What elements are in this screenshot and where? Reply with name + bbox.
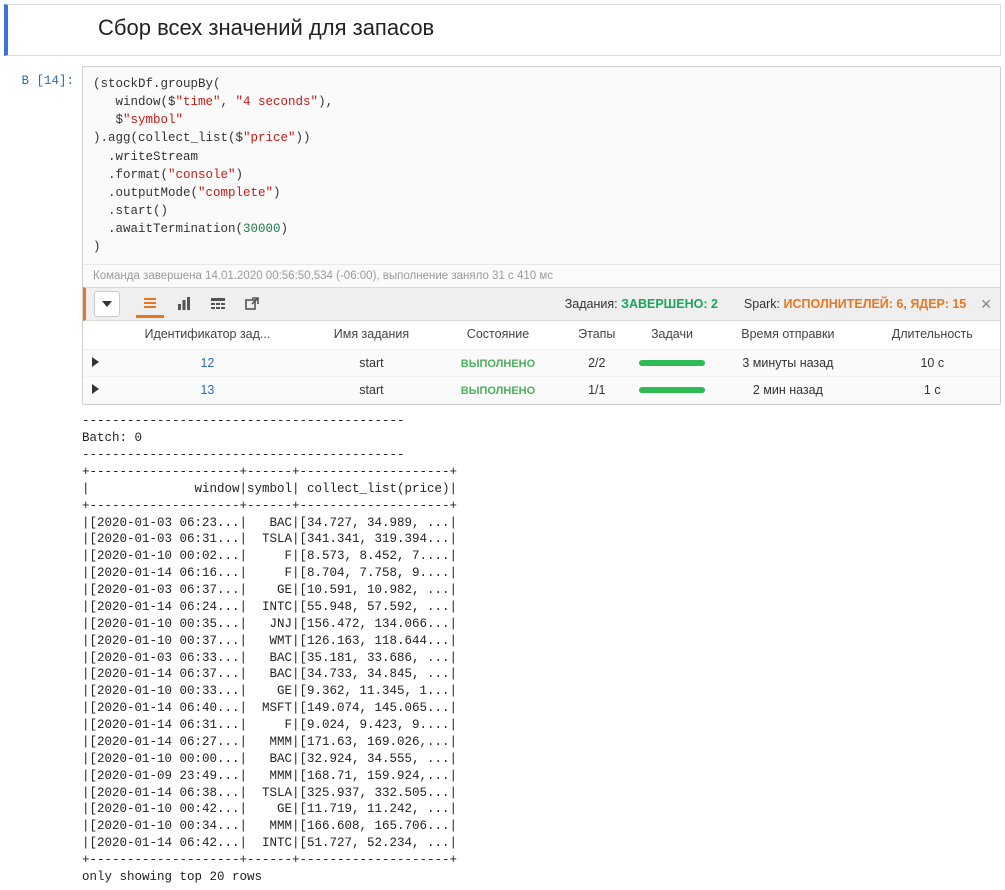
job-sent: 2 мин назад: [711, 377, 864, 404]
job-stages: 2/2: [561, 350, 633, 377]
cell-title: Сбор всех значений для запасов: [98, 15, 986, 41]
code-editor[interactable]: (stockDf.groupBy( window($"time", "4 sec…: [83, 67, 1000, 264]
jobs-table: Идентификатор зад...Имя заданияСостояние…: [83, 321, 1000, 404]
column-header: [83, 321, 107, 350]
column-header: Длительность: [865, 321, 1000, 350]
column-header: Время отправки: [711, 321, 864, 350]
column-header: Имя задания: [308, 321, 435, 350]
jobs-toolbar: Задания: ЗАВЕРШЕНО: 2 Spark: ИСПОЛНИТЕЛЕ…: [83, 287, 1000, 321]
jobs-label: Задания:: [565, 297, 618, 311]
markdown-cell: Сбор всех значений для запасов: [4, 4, 1001, 56]
job-id[interactable]: 12: [200, 356, 214, 370]
spark-label: Spark:: [744, 297, 780, 311]
expand-icon[interactable]: [92, 384, 99, 394]
prompt-label: В [14]:: [4, 66, 82, 405]
task-progress: [639, 360, 706, 366]
job-state: ВЫПОЛНЕНО: [461, 358, 535, 370]
jobs-done: ЗАВЕРШЕНО: 2: [621, 297, 718, 311]
collapse-button[interactable]: [94, 291, 120, 317]
table-row[interactable]: 13 start ВЫПОЛНЕНО 1/1 2 мин назад1 c: [83, 377, 1000, 404]
column-header: Идентификатор зад...: [107, 321, 308, 350]
spark-summary: Spark: ИСПОЛНИТЕЛЕЙ: 6, ЯДЕР: 15: [744, 297, 966, 311]
table-view-tab[interactable]: [204, 290, 232, 318]
popout-icon[interactable]: [238, 290, 266, 318]
close-icon[interactable]: ✕: [980, 296, 992, 313]
job-name: start: [308, 377, 435, 404]
column-header: Этапы: [561, 321, 633, 350]
job-id[interactable]: 13: [200, 383, 214, 397]
caret-down-icon: [102, 301, 112, 307]
spark-detail: ИСПОЛНИТЕЛЕЙ: 6, ЯДЕР: 15: [784, 297, 967, 311]
bar-chart-tab[interactable]: [170, 290, 198, 318]
job-stages: 1/1: [561, 377, 633, 404]
console-output: ----------------------------------------…: [82, 413, 1001, 886]
list-view-tab[interactable]: [136, 290, 164, 318]
execution-status: Команда завершена 14.01.2020 00:56:50,53…: [83, 264, 1000, 287]
job-state: ВЫПОЛНЕНО: [461, 385, 535, 397]
code-area: (stockDf.groupBy( window($"time", "4 sec…: [82, 66, 1001, 405]
task-progress: [639, 387, 706, 393]
job-duration: 10 c: [865, 350, 1000, 377]
job-name: start: [308, 350, 435, 377]
table-row[interactable]: 12 start ВЫПОЛНЕНО 2/2 3 минуты назад10 c: [83, 350, 1000, 377]
jobs-summary: Задания: ЗАВЕРШЕНО: 2: [565, 297, 718, 311]
code-cell: В [14]: (stockDf.groupBy( window($"time"…: [4, 66, 1001, 405]
job-duration: 1 c: [865, 377, 1000, 404]
job-sent: 3 минуты назад: [711, 350, 864, 377]
column-header: Состояние: [435, 321, 561, 350]
column-header: Задачи: [633, 321, 712, 350]
expand-icon[interactable]: [92, 357, 99, 367]
